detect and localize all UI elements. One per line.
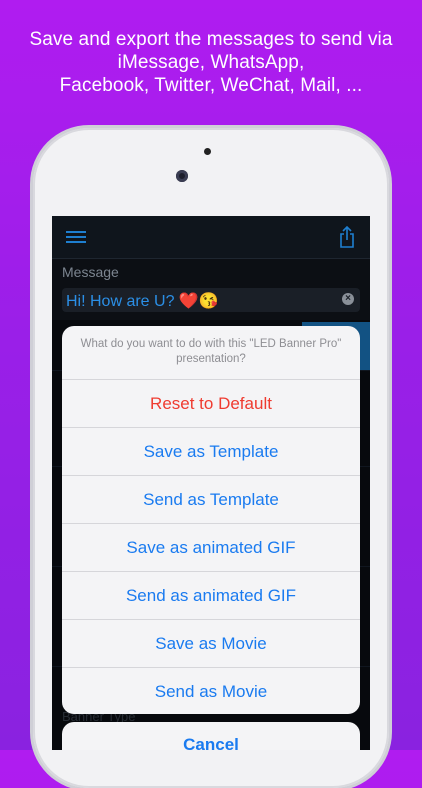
send-as-template-button[interactable]: Send as Template — [62, 475, 360, 523]
action-sheet-message-line-2: presentation? — [176, 353, 246, 365]
hamburger-menu-icon[interactable] — [66, 231, 86, 243]
save-as-gif-button[interactable]: Save as animated GIF — [62, 523, 360, 571]
save-as-template-button[interactable]: Save as Template — [62, 427, 360, 475]
cancel-button[interactable]: Cancel — [62, 722, 360, 750]
send-as-movie-button[interactable]: Send as Movie — [62, 667, 360, 714]
phone-volume-down — [30, 320, 33, 360]
message-label: Message — [62, 264, 119, 280]
save-as-movie-button[interactable]: Save as Movie — [62, 619, 360, 667]
app-screen: Message Hi! How are U? ❤️😘 × Banner Type… — [52, 216, 370, 750]
phone-volume-up — [30, 270, 33, 310]
share-icon[interactable] — [338, 226, 356, 248]
front-camera — [176, 170, 188, 182]
earpiece-sensor — [204, 148, 211, 155]
caption-line-3: Facebook, Twitter, WeChat, Mail, ... — [59, 75, 363, 96]
caption-line-1: Save and export the messages to send via — [29, 29, 393, 50]
phone-side-button — [30, 225, 33, 247]
caption-line-2: iMessage, WhatsApp, — [117, 52, 305, 73]
action-sheet-message-line-1: What do you want to do with this "LED Ba… — [80, 338, 342, 350]
nav-bar — [52, 216, 370, 259]
message-input[interactable]: Hi! How are U? ❤️😘 × — [62, 288, 360, 312]
message-value: Hi! How are U? ❤️😘 — [66, 293, 219, 310]
clear-text-icon[interactable]: × — [342, 293, 354, 305]
reset-to-default-button[interactable]: Reset to Default — [62, 379, 360, 427]
send-as-gif-button[interactable]: Send as animated GIF — [62, 571, 360, 619]
promo-caption: Save and export the messages to send via… — [0, 28, 422, 97]
action-sheet-message: What do you want to do with this "LED Ba… — [62, 326, 360, 379]
action-sheet: What do you want to do with this "LED Ba… — [62, 326, 360, 714]
